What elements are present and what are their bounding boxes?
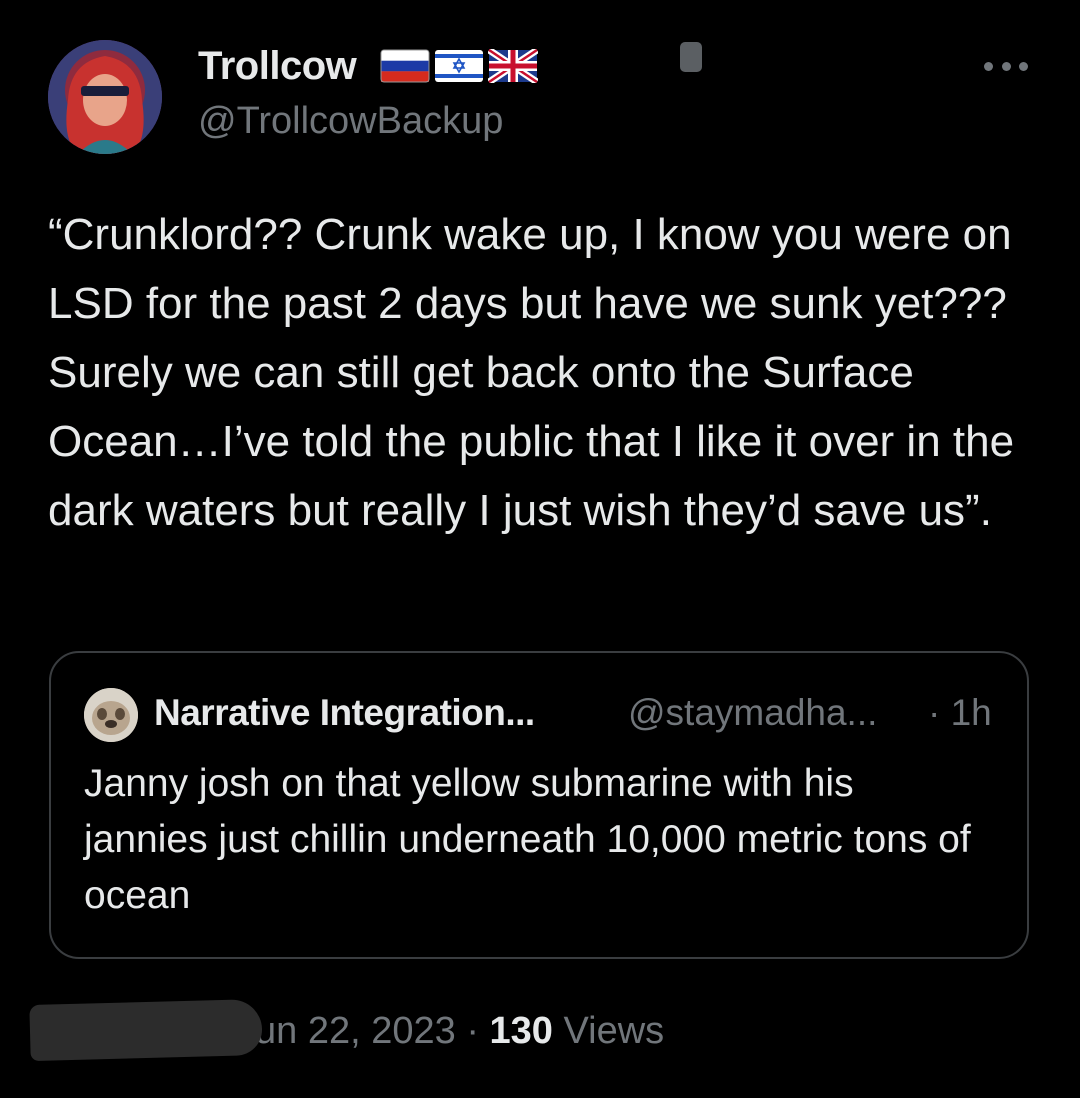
russia-flag-icon [380,49,430,83]
israel-flag-icon [435,50,483,82]
quote-author-handle[interactable]: @staymadha... [628,692,877,734]
quote-author-avatar[interactable] [84,688,138,742]
tweet-text: “Crunklord?? Crunk wake up, I know you w… [48,210,1027,535]
redaction-scribble [29,998,263,1062]
uk-flag-icon [488,49,538,83]
more-options-icon[interactable] [984,58,1028,74]
quote-author-name[interactable]: Narrative Integration... [154,692,535,734]
tweet-meta: Jun 22, 2023 · 130 Views [236,1010,664,1053]
status-indicator [680,42,702,72]
tweet-date[interactable]: Jun 22, 2023 [236,1010,456,1052]
author-flags [380,49,538,85]
dot [1019,61,1028,71]
quote-text: Janny josh on that yellow submarine with… [84,762,971,917]
views-count[interactable]: 130 [490,1010,553,1052]
dot [1001,61,1011,71]
quote-timestamp[interactable]: · 1h [928,692,992,734]
author-avatar[interactable] [48,40,162,154]
author-handle[interactable]: @TrollcowBackup [198,100,503,143]
author-display-name[interactable]: Trollcow [198,44,357,89]
views-label[interactable]: Views [564,1010,665,1052]
dot [984,61,993,71]
meta-separator: · [466,1010,479,1052]
